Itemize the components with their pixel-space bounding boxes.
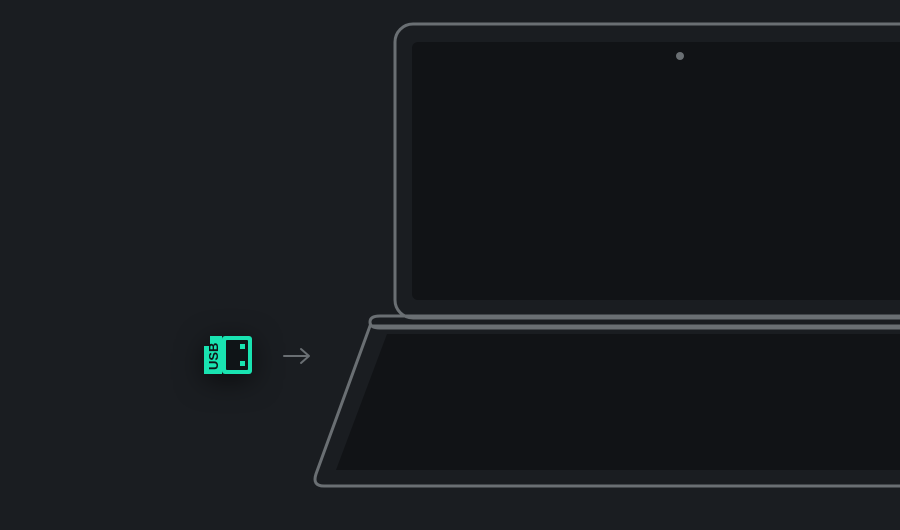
illustration-stage: USB <box>0 0 900 530</box>
laptop-screen-panel <box>412 42 900 300</box>
usb-dongle-icon: USB <box>198 330 254 380</box>
laptop-illustration <box>310 20 900 490</box>
laptop-base-panel <box>336 334 900 470</box>
laptop-camera-icon <box>676 52 684 60</box>
arrow-right-icon <box>282 346 316 366</box>
usb-label: USB <box>206 343 221 370</box>
